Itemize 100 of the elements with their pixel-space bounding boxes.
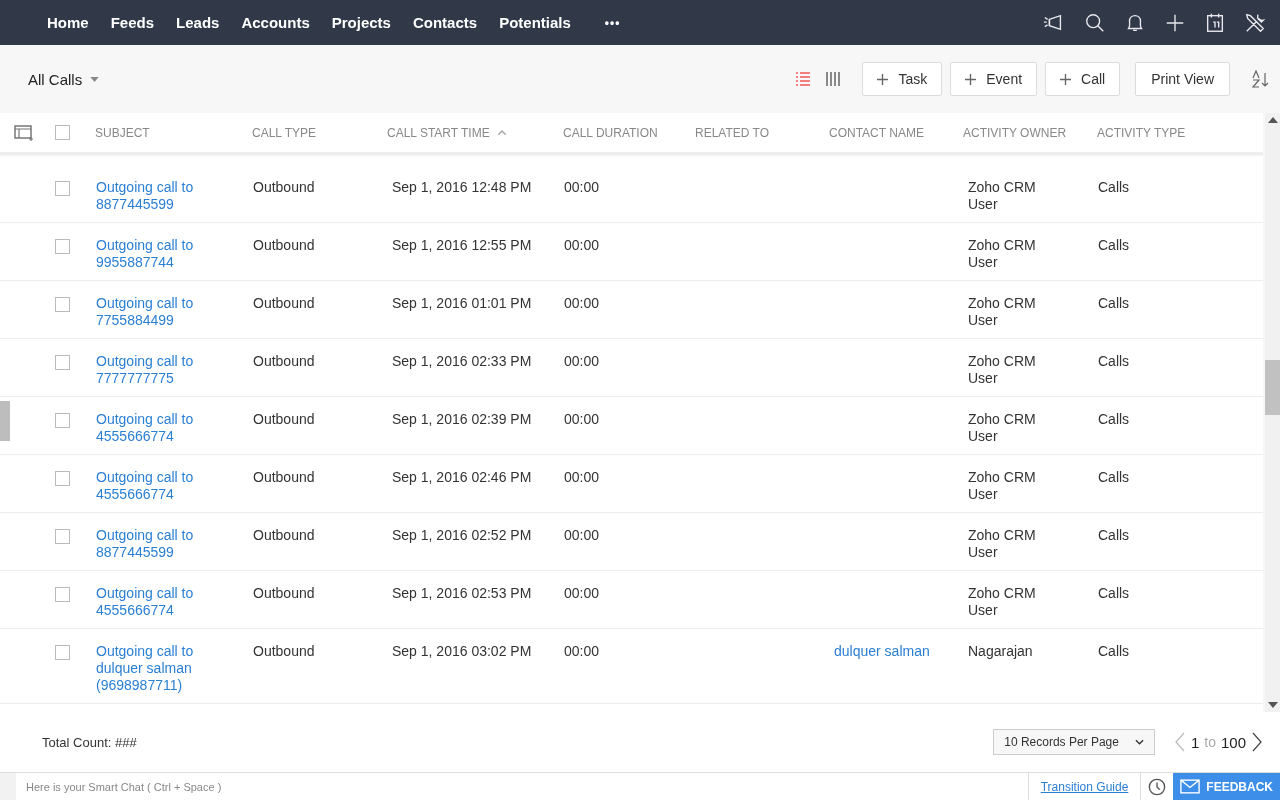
row-checkbox[interactable] bbox=[55, 413, 70, 428]
next-page-icon[interactable] bbox=[1252, 732, 1262, 752]
activity-type-cell: Calls bbox=[1098, 643, 1130, 660]
row-checkbox[interactable] bbox=[55, 529, 70, 544]
side-panel-handle[interactable] bbox=[0, 401, 10, 441]
row-checkbox[interactable] bbox=[55, 297, 70, 312]
sort-icon[interactable] bbox=[1250, 69, 1270, 89]
list-view-icon[interactable] bbox=[794, 70, 813, 88]
plus-icon bbox=[965, 73, 977, 85]
call-type-cell: Outbound bbox=[253, 237, 315, 254]
subject-link[interactable]: Outgoing call to 9955887744 bbox=[96, 237, 208, 271]
search-icon[interactable] bbox=[1084, 11, 1106, 34]
duration-cell: 00:00 bbox=[564, 237, 600, 254]
sort-caret-icon bbox=[497, 130, 506, 135]
start-time-cell: Sep 1, 2016 12:55 PM bbox=[392, 237, 532, 254]
subject-link[interactable]: Outgoing call to 4555666774 bbox=[96, 469, 208, 503]
call-type-cell: Outbound bbox=[253, 469, 315, 486]
scrollbar[interactable] bbox=[1265, 113, 1280, 712]
column-header[interactable]: ACTIVITY TYPE bbox=[1097, 125, 1186, 140]
nav-tab[interactable]: Leads bbox=[165, 14, 231, 31]
activity-type-cell: Calls bbox=[1098, 237, 1130, 254]
subject-link[interactable]: Outgoing call to 4555666774 bbox=[96, 585, 208, 619]
nav-tab[interactable]: Potentials bbox=[488, 14, 582, 31]
add-button[interactable]: Event bbox=[950, 62, 1038, 96]
nav-tab[interactable]: Contacts bbox=[401, 14, 489, 31]
start-time-cell: Sep 1, 2016 02:53 PM bbox=[392, 585, 532, 602]
transition-guide-link[interactable]: Transition Guide bbox=[1027, 773, 1141, 800]
column-header[interactable]: SUBJECT bbox=[95, 125, 150, 140]
owner-cell-text: Zoho CRM User bbox=[968, 527, 1037, 561]
subject-link[interactable]: Outgoing call to 7777777775 bbox=[96, 353, 208, 387]
start-time-cell: Sep 1, 2016 02:39 PM bbox=[392, 411, 532, 428]
nav-tab[interactable]: Projects bbox=[320, 14, 402, 31]
records-per-page-dropdown[interactable]: 10 Records Per Page bbox=[993, 729, 1155, 755]
print-view-button[interactable]: Print View bbox=[1135, 62, 1230, 96]
start-time-cell: Sep 1, 2016 03:02 PM bbox=[392, 643, 532, 660]
add-button[interactable]: Call bbox=[1045, 62, 1121, 96]
owner-cell-text: Zoho CRM User bbox=[968, 179, 1037, 213]
scroll-up-icon[interactable] bbox=[1267, 117, 1278, 123]
call-type-cell: Outbound bbox=[253, 643, 315, 660]
owner-cell-text: Zoho CRM User bbox=[968, 353, 1037, 387]
select-all-checkbox[interactable] bbox=[55, 125, 70, 140]
plus-icon bbox=[877, 73, 889, 85]
row-checkbox[interactable] bbox=[55, 587, 70, 602]
add-button[interactable]: Task bbox=[862, 62, 943, 96]
activity-type-cell: Calls bbox=[1098, 411, 1130, 428]
page-start: 1 bbox=[1190, 733, 1200, 751]
owner-cell-text: Zoho CRM User bbox=[968, 295, 1037, 329]
dropdown-caret-icon bbox=[90, 76, 100, 82]
view-selector[interactable]: All Calls bbox=[26, 66, 102, 92]
row-checkbox[interactable] bbox=[55, 645, 70, 660]
subject-link[interactable]: Outgoing call to 7755884499 bbox=[96, 295, 208, 329]
clock-icon[interactable] bbox=[1148, 777, 1167, 796]
plus-icon bbox=[1060, 73, 1072, 85]
duration-cell: 00:00 bbox=[564, 411, 600, 428]
nav-tab[interactable]: Feeds bbox=[99, 14, 166, 31]
feedback-button[interactable]: FEEDBACK bbox=[1173, 773, 1280, 800]
owner-cell-text: Zoho CRM User bbox=[968, 411, 1037, 445]
column-header[interactable]: ACTIVITY OWNER bbox=[963, 125, 1067, 140]
activity-type-cell: Calls bbox=[1098, 179, 1130, 196]
column-header[interactable]: CONTACT NAME bbox=[829, 125, 924, 140]
scroll-down-icon[interactable] bbox=[1267, 702, 1278, 708]
nav-tab[interactable]: Home bbox=[36, 14, 100, 31]
more-menu[interactable]: ••• bbox=[593, 15, 632, 30]
activity-type-cell: Calls bbox=[1098, 527, 1130, 544]
start-time-cell: Sep 1, 2016 12:48 PM bbox=[392, 179, 532, 196]
column-header[interactable]: CALL START TIME bbox=[387, 125, 490, 140]
column-view-icon[interactable] bbox=[824, 70, 843, 88]
subject-link[interactable]: Outgoing call to dulquer salman (9698987711) bbox=[96, 643, 208, 694]
column-header[interactable]: CALL TYPE bbox=[252, 125, 317, 140]
nav-tab[interactable]: Accounts bbox=[230, 14, 321, 31]
subject-link[interactable]: Outgoing call to 8877445599 bbox=[96, 179, 208, 213]
total-count: Total Count: ### bbox=[42, 734, 137, 750]
subject-link[interactable]: Outgoing call to 4555666774 bbox=[96, 411, 208, 445]
start-time-cell: Sep 1, 2016 02:52 PM bbox=[392, 527, 532, 544]
activity-type-cell: Calls bbox=[1098, 353, 1130, 370]
row-checkbox[interactable] bbox=[55, 181, 70, 196]
row-checkbox[interactable] bbox=[55, 355, 70, 370]
contact-link[interactable]: dulquer salman bbox=[834, 643, 930, 659]
tools-icon[interactable] bbox=[1244, 11, 1266, 34]
call-type-cell: Outbound bbox=[253, 527, 315, 544]
page-end: 100 bbox=[1220, 733, 1246, 751]
row-checkbox[interactable] bbox=[55, 471, 70, 486]
page-to-label: to bbox=[1204, 734, 1216, 750]
owner-cell-text: Zoho CRM User bbox=[968, 237, 1037, 271]
activity-type-cell: Calls bbox=[1098, 295, 1130, 312]
call-type-cell: Outbound bbox=[253, 411, 315, 428]
column-header[interactable]: RELATED TO bbox=[695, 125, 770, 140]
previous-page-icon[interactable] bbox=[1174, 732, 1185, 752]
duration-cell: 00:00 bbox=[564, 295, 600, 312]
subject-link[interactable]: Outgoing call to 8877445599 bbox=[96, 527, 208, 561]
calendar-icon[interactable] bbox=[1204, 11, 1226, 34]
duration-cell: 00:00 bbox=[564, 643, 600, 660]
row-checkbox[interactable] bbox=[55, 239, 70, 254]
duration-cell: 00:00 bbox=[564, 353, 600, 370]
call-type-cell: Outbound bbox=[253, 295, 315, 312]
duration-cell: 00:00 bbox=[564, 179, 600, 196]
column-header[interactable]: CALL DURATION bbox=[563, 125, 658, 140]
duration-cell: 00:00 bbox=[564, 527, 600, 544]
column-settings-icon[interactable] bbox=[14, 124, 34, 141]
scroll-thumb[interactable] bbox=[1265, 360, 1280, 415]
